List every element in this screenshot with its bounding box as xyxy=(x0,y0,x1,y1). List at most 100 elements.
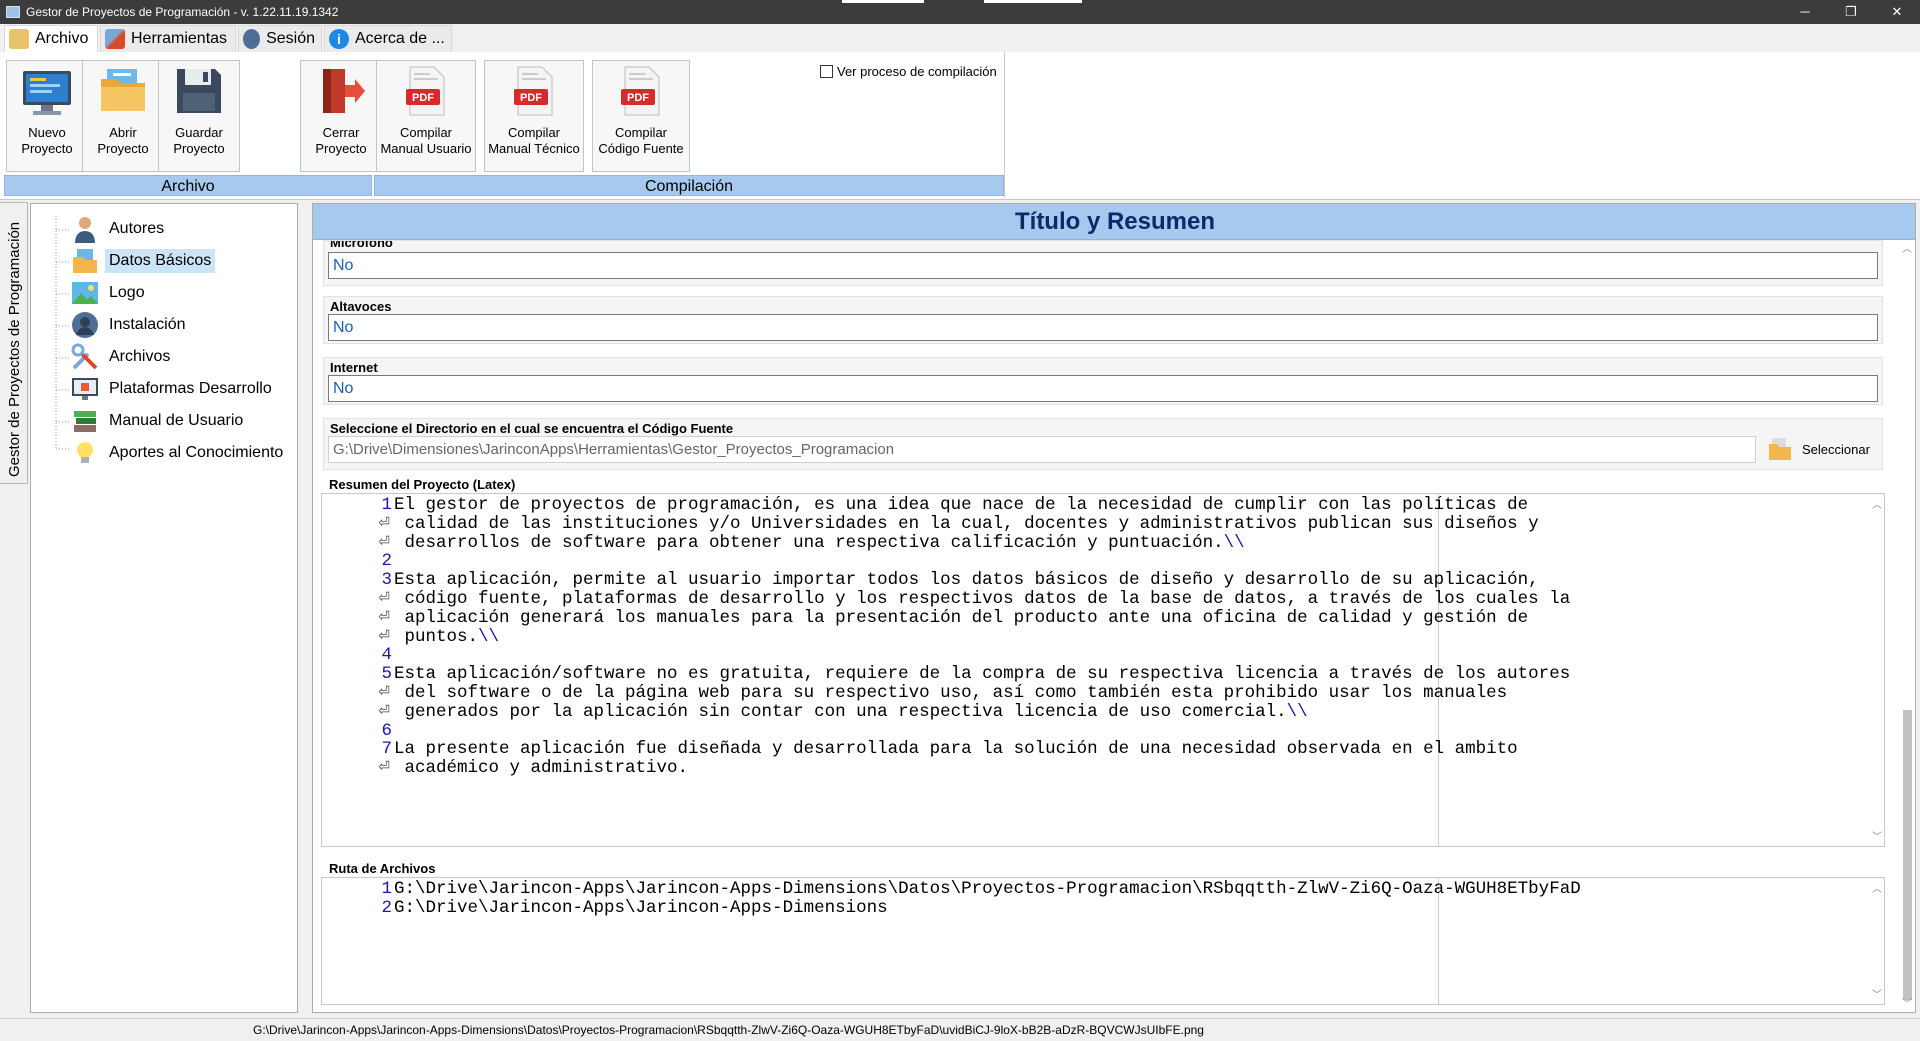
menu-acerca-label: Acerca de ... xyxy=(355,30,445,47)
save-icon xyxy=(173,65,225,117)
person-icon xyxy=(71,215,99,243)
menu-bar: Archivo Herramientas Sesión i Acerca de … xyxy=(0,24,1920,52)
line-text: G:\Drive\Jarincon-Apps\Jarincon-Apps-Dim… xyxy=(394,880,1581,899)
scroll-down-arrow[interactable]: ﹀ xyxy=(1872,986,1882,1002)
wrap-icon: ⏎ xyxy=(378,609,390,626)
tree-item-label: Instalación xyxy=(109,316,186,333)
editor-line: 4 xyxy=(322,646,1862,665)
scroll-thumb[interactable] xyxy=(1903,710,1912,1000)
tree-item-logo[interactable]: Logo xyxy=(71,279,149,307)
editor-line: 5 Esta aplicación/software no es gratuita… xyxy=(322,665,1862,684)
new-project-icon xyxy=(21,65,73,117)
tree-item-manual-usuario[interactable]: Manual de Usuario xyxy=(71,407,247,435)
menu-herramientas-label: Herramientas xyxy=(131,30,228,47)
tree-item-aportes[interactable]: Aportes al Conocimiento xyxy=(71,439,287,467)
main-panel: Título y Resumen Micrófono No Altavoces … xyxy=(312,203,1916,1013)
compile-technical-manual-label-2: Manual Técnico xyxy=(488,141,580,156)
line-text-content: desarrollos de software para obtener una… xyxy=(394,532,1224,553)
tree-item-plataformas[interactable]: Plataformas Desarrollo xyxy=(71,375,276,403)
internet-input[interactable]: No xyxy=(328,375,1878,402)
editor-line: 3 Esta aplicación, permite al usuario imp… xyxy=(322,571,1862,590)
line-text: calidad de las instituciones y/o Univers… xyxy=(394,514,1539,534)
select-directory-button[interactable]: Seleccionar xyxy=(1768,433,1880,465)
open-folder-icon xyxy=(97,65,149,117)
new-project-button[interactable]: Nuevo Proyecto xyxy=(6,60,88,172)
compile-process-option[interactable]: Ver proceso de compilación xyxy=(820,64,997,79)
directory-input[interactable]: G:\Drive\Dimensiones\JarinconApps\Herram… xyxy=(328,436,1756,463)
compile-process-checkbox[interactable] xyxy=(820,65,833,78)
compile-user-manual-button[interactable]: PDF Compilar Manual Usuario xyxy=(376,60,476,172)
main-scrollbar[interactable]: ︿ ﹀ xyxy=(1900,240,1914,1010)
wrap-icon: ⏎ xyxy=(378,534,390,551)
tree-item-autores[interactable]: Autores xyxy=(71,215,168,243)
svg-text:PDF: PDF xyxy=(627,92,649,104)
line-number: 1 xyxy=(381,495,392,515)
window-controls: ─ ❐ ✕ xyxy=(1782,0,1920,24)
editor-line: ⏎ puntos.\\ xyxy=(322,627,1862,647)
save-project-button[interactable]: Guardar Proyecto xyxy=(158,60,240,172)
line-number: 4 xyxy=(381,645,392,666)
menu-acerca[interactable]: i Acerca de ... xyxy=(324,25,452,52)
directory-field: Seleccione el Directorio en el cual se e… xyxy=(323,418,1883,470)
latex-linebreak: \\ xyxy=(1286,701,1308,722)
internet-label: Internet xyxy=(330,360,378,375)
wrap-icon: ⏎ xyxy=(378,628,390,645)
tree-item-instalacion[interactable]: Instalación xyxy=(71,311,190,339)
status-bar: G:\Drive\Jarincon-Apps\Jarincon-Apps-Dim… xyxy=(0,1018,1920,1040)
tree-item-archivos[interactable]: Archivos xyxy=(71,343,174,371)
close-project-label-2: Proyecto xyxy=(315,141,367,156)
editor-line: ⏎ académico y administrativo. xyxy=(322,759,1862,778)
scroll-down-arrow[interactable]: ﹀ xyxy=(1872,828,1882,844)
routes-label: Ruta de Archivos xyxy=(329,861,436,876)
menu-herramientas[interactable]: Herramientas xyxy=(100,25,236,52)
wrap-icon: ⏎ xyxy=(378,591,390,607)
save-project-label-2: Proyecto xyxy=(173,141,225,156)
ribbon-group-archivo: Archivo xyxy=(4,175,372,196)
folder-icon xyxy=(1768,437,1792,461)
routes-editor[interactable]: ︿ ﹀ 1 G:\Drive\Jarincon-Apps\Jarincon-App… xyxy=(321,877,1885,1005)
menu-archivo[interactable]: Archivo xyxy=(4,25,98,52)
select-directory-label: Seleccionar xyxy=(1802,441,1870,457)
section-title: Título y Resumen xyxy=(313,204,1915,240)
panel-splitter[interactable] xyxy=(298,200,312,1016)
pdf-icon: PDF xyxy=(508,65,560,117)
altavoces-label: Altavoces xyxy=(330,299,392,314)
scroll-up-arrow[interactable]: ︿ xyxy=(1902,240,1912,255)
line-number: 2 xyxy=(381,897,392,918)
monitor-icon xyxy=(71,375,99,403)
menu-sesion-label: Sesión xyxy=(266,30,315,47)
tree-item-label: Archivos xyxy=(109,348,171,365)
save-project-label-1: Guardar xyxy=(175,125,223,140)
scroll-up-arrow[interactable]: ︿ xyxy=(1872,880,1882,896)
summary-editor[interactable]: ︿ ﹀ 1 El gestor de proyectos de programac… xyxy=(321,493,1885,847)
close-button[interactable]: ✕ xyxy=(1874,0,1920,24)
close-project-label-1: Cerrar xyxy=(322,125,360,140)
maximize-button[interactable]: ❐ xyxy=(1828,0,1874,24)
scroll-up-arrow[interactable]: ︿ xyxy=(1872,496,1882,512)
title-bar: Gestor de Proyectos de Programación - v.… xyxy=(0,0,1920,24)
line-text: desarrollos de software para obtener una… xyxy=(394,532,1245,553)
tree-item-datos-basicos[interactable]: Datos Básicos xyxy=(71,247,216,275)
side-tab[interactable]: Gestor de Proyectos de Programación xyxy=(0,202,28,484)
compile-source-code-label-1: Compilar xyxy=(614,125,667,140)
open-project-button[interactable]: Abrir Proyecto xyxy=(82,60,164,172)
compile-source-code-label-2: Código Fuente xyxy=(598,141,684,156)
svg-text:PDF: PDF xyxy=(412,92,434,104)
close-project-button[interactable]: Cerrar Proyecto xyxy=(300,60,382,172)
editor-line: 7 La presente aplicación fue diseñada y d… xyxy=(322,740,1862,759)
editor-line: ⏎ generados por la aplicación sin contar… xyxy=(322,701,1862,722)
compile-source-code-button[interactable]: PDF Compilar Código Fuente xyxy=(592,60,690,172)
editor-line: ⏎ aplicación generará los manuales para … xyxy=(322,607,1862,628)
altavoces-input[interactable]: No xyxy=(328,314,1878,341)
line-text-content: aplicación generará los manuales para la… xyxy=(394,607,1529,628)
line-number: 2 xyxy=(381,551,392,572)
scroll-down-arrow[interactable]: ﹀ xyxy=(1902,995,1912,1010)
microfono-input[interactable]: No xyxy=(328,252,1878,279)
menu-sesion[interactable]: Sesión xyxy=(238,25,322,52)
compile-technical-manual-button[interactable]: PDF Compilar Manual Técnico xyxy=(484,60,584,172)
tools-icon xyxy=(105,29,125,49)
ribbon-group-compilacion: Compilación xyxy=(374,175,1004,196)
directory-label: Seleccione el Directorio en el cual se e… xyxy=(330,421,734,436)
minimize-button[interactable]: ─ xyxy=(1782,0,1828,24)
window-title: Gestor de Proyectos de Programación - v.… xyxy=(26,5,339,19)
